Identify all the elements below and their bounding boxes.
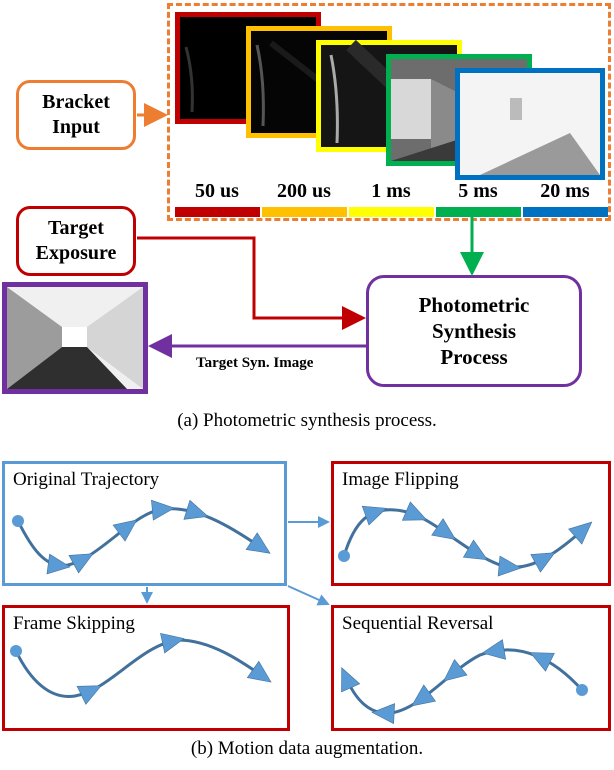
trajectory-path (14, 638, 269, 698)
part-b-graphics (10, 499, 593, 725)
trajectory-arrowhead (183, 499, 209, 520)
reversed-trajectory (341, 639, 588, 725)
trajectory-start-dot (576, 684, 588, 696)
trajectory-arrowhead (481, 639, 507, 660)
trajectory-arrowhead (245, 532, 271, 554)
original-to-reversal-arrow (287, 585, 330, 606)
trajectory-arrowhead (431, 518, 457, 540)
trajectory-arrowhead (112, 519, 138, 542)
trajectory-arrowhead (401, 501, 428, 521)
trajectory-arrowhead (497, 555, 522, 577)
trajectory-arrowhead (46, 553, 71, 575)
trajectory-start-dot (12, 515, 24, 527)
trajectory-arrowhead (462, 539, 489, 561)
trajectory-arrowhead (411, 684, 436, 707)
trajectory-arrowhead (76, 685, 102, 705)
trajectory-path (16, 507, 269, 568)
trajectory-arrowhead (246, 660, 272, 683)
trajectory-arrowhead (341, 667, 361, 693)
trajectory-arrowhead (529, 652, 555, 672)
trajectory-start-dot (338, 550, 350, 562)
caption-b: (b) Motion data augmentation. (190, 738, 424, 759)
trajectory-arrowhead (151, 499, 175, 521)
trajectory-start-dot (10, 645, 22, 657)
flipped-trajectory (338, 501, 593, 577)
trajectory-arrowhead (371, 703, 395, 725)
trajectory-arrowhead (530, 552, 556, 573)
skipped-trajectory (10, 632, 272, 705)
trajectory-arrowhead (361, 505, 388, 526)
original-trajectory (12, 499, 271, 575)
trajectory-arrowhead (68, 553, 94, 574)
